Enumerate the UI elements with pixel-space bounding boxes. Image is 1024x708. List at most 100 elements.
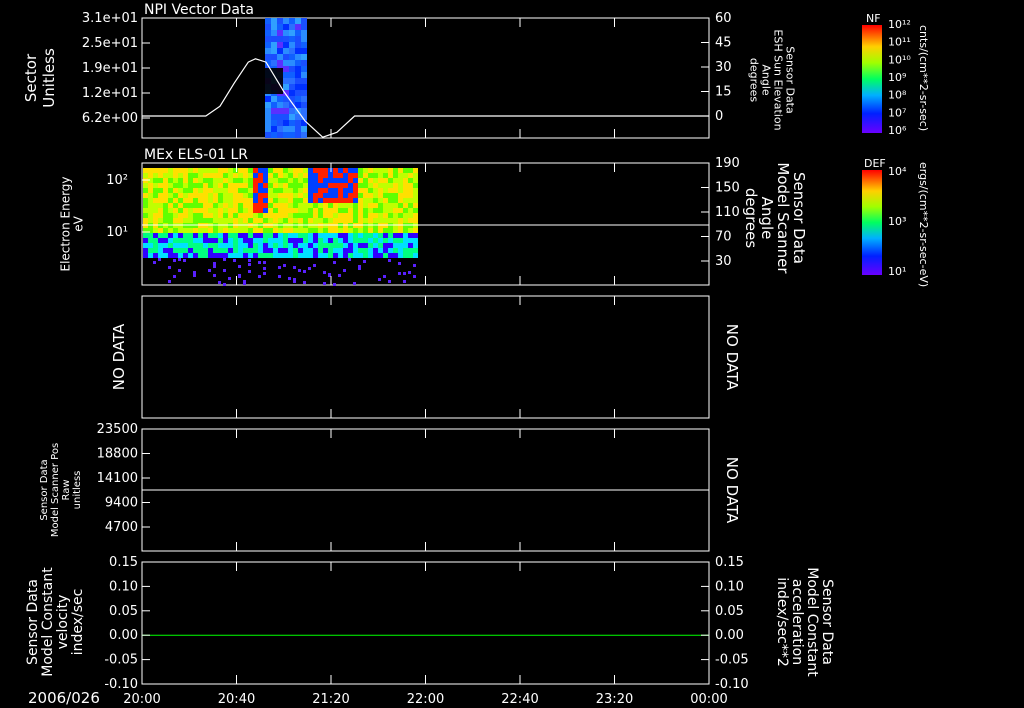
els-cell (178, 248, 183, 253)
els-cell (283, 173, 288, 178)
els-cell (328, 228, 333, 233)
els-cell (343, 253, 348, 258)
els-cell (148, 173, 153, 178)
els-cell (263, 203, 268, 208)
els-cell (218, 253, 223, 258)
els-cell (283, 253, 288, 258)
els-cell (398, 253, 403, 258)
els-cell (238, 178, 243, 183)
els-cell (148, 213, 153, 218)
els-cell (408, 178, 413, 183)
els-cell (328, 243, 333, 248)
els-cell (353, 238, 358, 243)
npi-cell (265, 96, 271, 102)
els-cell (213, 193, 218, 198)
colorbar-def-ticks: 10⁴ 10³ 10¹ (888, 165, 907, 278)
els-cell (238, 218, 243, 223)
els-dot (153, 261, 156, 264)
els-cell (303, 208, 308, 213)
els-cell (373, 208, 378, 213)
els-cell (253, 253, 258, 258)
els-cell (343, 198, 348, 203)
npi-y2-tick-label: 45 (715, 36, 732, 51)
npi-cell (271, 114, 277, 120)
els-cell (398, 168, 403, 173)
els-cell (368, 228, 373, 233)
els-cell (308, 183, 313, 188)
els-cell (343, 243, 348, 248)
els-cell (278, 188, 283, 193)
els-cell (158, 238, 163, 243)
els-cell (358, 253, 363, 258)
els-cell (233, 248, 238, 253)
els-dot (403, 272, 406, 275)
els-cell (193, 183, 198, 188)
els-cell (223, 238, 228, 243)
els-cell (243, 208, 248, 213)
els-cell (173, 238, 178, 243)
els-cell (143, 188, 148, 193)
npi-cell (277, 126, 283, 132)
els-cell (203, 193, 208, 198)
els-cell (233, 168, 238, 173)
els-cell (378, 253, 383, 258)
npi-cell (289, 108, 295, 114)
els-cell (348, 233, 353, 238)
no-data-right: NO DATA (723, 324, 741, 391)
els-dot (408, 271, 411, 274)
els-cell (213, 248, 218, 253)
els-cell (368, 203, 373, 208)
els-cell (338, 178, 343, 183)
els-cell (283, 198, 288, 203)
npi-cell (295, 126, 301, 132)
els-cell (353, 183, 358, 188)
els-cell (248, 198, 253, 203)
axis-label-line: Model Constant (40, 567, 56, 677)
els-cell (403, 193, 408, 198)
els-cell (388, 188, 393, 193)
els-cell (288, 173, 293, 178)
npi-cell (277, 54, 283, 60)
els-cell (223, 168, 228, 173)
els-dot (403, 280, 406, 283)
colorbar-nf-units: cnts/(cm**2-sr-sec) (917, 25, 930, 131)
els-cell (323, 178, 328, 183)
els-cell (168, 238, 173, 243)
els-cell (233, 193, 238, 198)
els-cell (333, 228, 338, 233)
els-cell (168, 198, 173, 203)
els-cell (203, 213, 208, 218)
axis-label-line: Model Constant (804, 567, 820, 677)
els-cell (268, 228, 273, 233)
els-cell (338, 188, 343, 193)
els-cell (408, 168, 413, 173)
els-cell (343, 188, 348, 193)
els-cell (253, 243, 258, 248)
svg-text:Sector: Sector (22, 53, 40, 102)
els-cell (323, 218, 328, 223)
els-cell (278, 233, 283, 238)
els-cell (378, 198, 383, 203)
els-cell (348, 208, 353, 213)
els-cell (258, 228, 263, 233)
els-cell (333, 173, 338, 178)
els-cell (263, 178, 268, 183)
els-y2-ticks: 190 150 110 70 30 (701, 156, 740, 269)
els-dot (178, 269, 181, 272)
els-cell (393, 203, 398, 208)
npi-cell (271, 60, 277, 66)
npi-cell (295, 102, 301, 108)
els-cell (293, 183, 298, 188)
els-dot (303, 281, 306, 284)
els-cell (288, 248, 293, 253)
els-cell (158, 243, 163, 248)
els-cell (318, 208, 323, 213)
els-cell (378, 233, 383, 238)
els-cell (413, 178, 418, 183)
npi-cell (265, 114, 271, 120)
npi-cell (283, 120, 289, 126)
els-cell (273, 203, 278, 208)
els-cell (278, 248, 283, 253)
els-cell (248, 183, 253, 188)
els-cell (248, 228, 253, 233)
